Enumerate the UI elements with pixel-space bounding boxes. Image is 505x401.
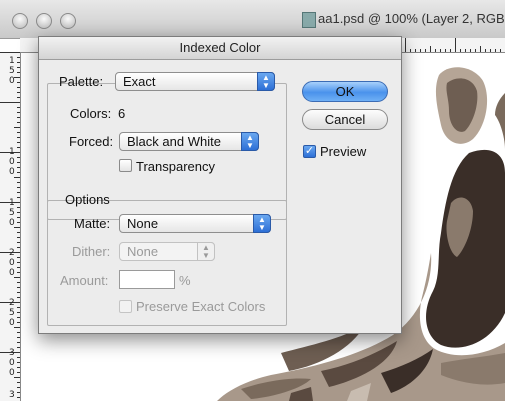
checkmark-icon: ✓ <box>304 145 315 157</box>
amount-input[interactable] <box>119 270 175 289</box>
preview-label: Preview <box>320 144 367 159</box>
ruler-label: 2 <box>9 248 15 258</box>
palette-select-value: Exact <box>123 74 156 89</box>
ruler-label: 5 <box>9 208 15 218</box>
ruler-label: 0 <box>9 368 15 378</box>
popup-arrows-icon: ▲ ▼ <box>253 214 271 233</box>
forced-label: Forced: <box>69 134 114 149</box>
ruler-label: 0 <box>9 258 15 268</box>
minimize-window-button[interactable] <box>36 13 52 29</box>
zoom-window-button[interactable] <box>60 13 76 29</box>
ruler-label: 0 <box>9 318 15 328</box>
ruler-label: 5 <box>9 66 15 76</box>
window-titlebar: aa1.psd @ 100% (Layer 2, RGB <box>0 0 505 39</box>
ruler-label: 3 <box>9 390 15 400</box>
colors-label: Colors: <box>70 106 112 121</box>
palette-select[interactable]: Exact ▲ ▼ <box>115 72 275 91</box>
forced-select[interactable]: Black and White ▲ ▼ <box>119 132 259 151</box>
ruler-vertical: 1 5 0 1 0 0 1 5 0 2 0 0 2 5 0 3 0 0 3 <box>0 52 21 401</box>
forced-select-value: Black and White <box>127 134 221 149</box>
ruler-label: 0 <box>9 167 15 177</box>
amount-unit: % <box>179 273 191 288</box>
ruler-label: 1 <box>9 147 15 157</box>
dither-label: Dither: <box>72 244 111 259</box>
matte-select[interactable]: None ▲ ▼ <box>119 214 271 233</box>
popup-arrows-icon: ▲ ▼ <box>257 72 275 91</box>
ruler-label: 0 <box>9 268 15 278</box>
options-label: Options <box>65 192 110 207</box>
preserve-exact-colors-label: Preserve Exact Colors <box>136 299 266 314</box>
transparency-checkbox[interactable] <box>119 159 132 172</box>
preserve-exact-colors-checkbox[interactable] <box>119 300 132 313</box>
ok-button[interactable]: OK <box>302 81 388 102</box>
palette-label: Palette: <box>59 74 104 89</box>
ruler-label: 1 <box>9 198 15 208</box>
ruler-label: 5 <box>9 308 15 318</box>
ruler-label: 1 <box>9 56 15 66</box>
ruler-label: 0 <box>9 157 15 167</box>
ruler-label: 0 <box>9 358 15 368</box>
document-icon <box>302 12 316 28</box>
amount-label: Amount: <box>60 273 109 288</box>
matte-select-value: None <box>127 216 159 231</box>
cancel-button[interactable]: Cancel <box>302 109 388 130</box>
ruler-label: 3 <box>9 348 15 358</box>
dither-select-value: None <box>127 244 159 259</box>
popup-arrows-icon: ▲ ▼ <box>241 132 259 151</box>
document-title: aa1.psd @ 100% (Layer 2, RGB <box>318 11 505 26</box>
preview-checkbox[interactable]: ✓ <box>303 145 316 158</box>
ruler-label: 0 <box>9 76 15 86</box>
close-window-button[interactable] <box>12 13 28 29</box>
transparency-label: Transparency <box>136 159 215 174</box>
indexed-color-dialog: Indexed Color Palette: Exact ▲ ▼ Colors: … <box>38 36 402 334</box>
ruler-label: 2 <box>9 298 15 308</box>
dialog-title: Indexed Color <box>39 37 401 60</box>
popup-arrows-icon: ▲ ▼ <box>197 242 215 261</box>
matte-label: Matte: <box>74 216 111 231</box>
colors-value: 6 <box>118 106 126 121</box>
dither-select[interactable]: None ▲ ▼ <box>119 242 215 261</box>
ruler-label: 0 <box>9 218 15 228</box>
